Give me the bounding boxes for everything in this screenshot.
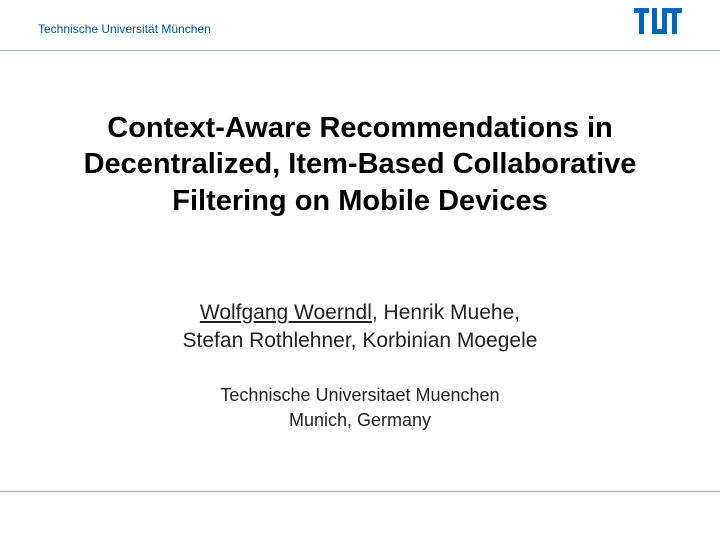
slide-header: Technische Universität München [0,0,720,50]
title-line-2: Decentralized, Item-Based Collaborative [50,146,670,182]
authors-rest-1: , Henrik Muehe, [372,301,520,324]
institution-line-2: Munich, Germany [50,408,670,432]
institution-line-1: Technische Universitaet Muenchen [50,383,670,407]
authors-block: Wolfgang Woerndl, Henrik Muehe, Stefan R… [50,299,670,356]
footer-divider [0,491,720,492]
header-divider [0,50,720,51]
title-line-1: Context-Aware Recommendations in [50,110,670,146]
institution-block: Technische Universitaet Muenchen Munich,… [50,383,670,432]
slide-body: Context-Aware Recommendations in Decentr… [50,100,670,432]
tum-logo-icon [634,8,682,34]
affiliation-text: Technische Universität München [38,22,211,36]
authors-line-2: Stefan Rothlehner, Korbinian Moegele [50,327,670,355]
tum-logo [634,8,682,39]
slide: Technische Universität München Context [0,0,720,540]
authors-line-1: Wolfgang Woerndl, Henrik Muehe, [50,299,670,327]
title-line-3: Filtering on Mobile Devices [50,183,670,219]
author-lead: Wolfgang Woerndl [200,301,372,324]
slide-title: Context-Aware Recommendations in Decentr… [50,110,670,219]
